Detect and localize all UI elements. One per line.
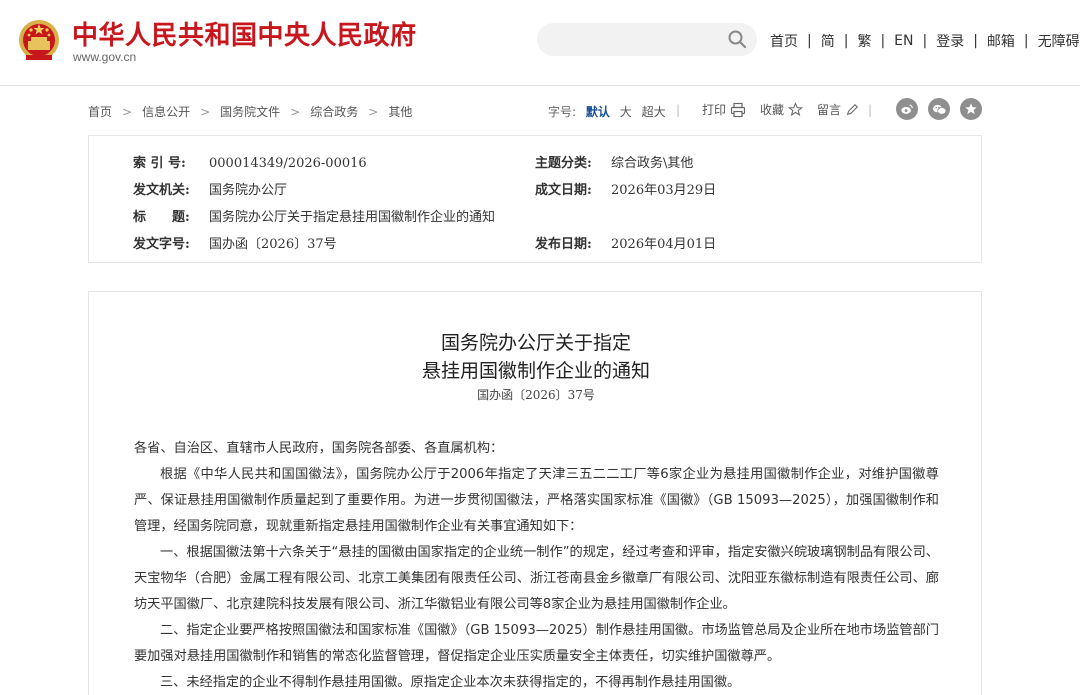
article-title-line2: 悬挂用国徽制作企业的通知: [421, 360, 650, 382]
info-date-label: 成文日期:: [535, 183, 592, 198]
info-issuer-value: 国务院办公厅: [209, 183, 288, 198]
info-docno-value: 国办函〔2026〕37号: [209, 237, 337, 252]
info-title: 标 题: 国务院办公厅关于指定悬挂用国徽制作企业的通知: [133, 206, 495, 225]
article-paragraph: 二、指定企业要严格按照国徽法和国家标准《国徽》（GB 15093—2025）制作…: [134, 623, 939, 664]
favorite-label: 收藏: [760, 103, 785, 117]
nav-separator: |: [843, 33, 849, 49]
breadcrumb-state-council-docs[interactable]: 国务院文件: [220, 103, 280, 120]
print-button[interactable]: 打印: [702, 101, 746, 118]
weibo-icon[interactable]: [896, 98, 918, 120]
document-info-panel: 索 引 号: 000014349/2026-00016 主题分类: 综合政务\其他 …: [88, 135, 982, 263]
breadcrumb-general-affairs[interactable]: 综合政务: [310, 103, 358, 120]
breadcrumb-other[interactable]: 其他: [388, 103, 412, 120]
toolbar-divider: |: [676, 103, 681, 117]
top-nav: 首页 | 简 | 繁 | EN | 登录 | 邮箱 | 无障碍: [770, 31, 1080, 51]
wechat-icon[interactable]: [928, 98, 950, 120]
breadcrumb-arrow: >: [290, 104, 301, 119]
font-size-large[interactable]: 大: [620, 105, 632, 119]
favorite-button[interactable]: 收藏: [760, 101, 804, 118]
info-category-label: 主题分类:: [535, 156, 592, 171]
article-salutation: 各省、自治区、直辖市人民政府，国务院各部委、各直属机构：: [134, 441, 504, 456]
breadcrumb: 首页 > 信息公开 > 国务院文件 > 综合政务 > 其他: [88, 103, 412, 120]
article-paragraph: 一、根据国徽法第十六条关于“悬挂的国徽由国家指定的企业统一制作”的规定，经过考查…: [134, 545, 939, 612]
star-icon: [788, 102, 804, 117]
font-size-xlarge[interactable]: 超大: [642, 105, 666, 119]
nav-home[interactable]: 首页: [770, 31, 798, 51]
article-doc-number: 国办函〔2026〕37号: [477, 388, 595, 402]
nav-login[interactable]: 登录: [936, 31, 964, 51]
article-toolbar: 首页 > 信息公开 > 国务院文件 > 综合政务 > 其他 字号: 默认 大 超…: [88, 98, 982, 124]
info-index-value: 000014349/2026-00016: [209, 156, 367, 171]
site-url[interactable]: www.gov.cn: [73, 50, 136, 64]
breadcrumb-arrow: >: [122, 104, 133, 119]
info-issuer: 发文机关: 国务院办公厅: [133, 179, 287, 198]
info-docno: 发文字号: 国办函〔2026〕37号: [133, 233, 337, 252]
nav-traditional[interactable]: 繁: [857, 31, 871, 51]
nav-separator: |: [1023, 33, 1029, 49]
breadcrumb-home[interactable]: 首页: [88, 103, 112, 120]
nav-mail[interactable]: 邮箱: [987, 31, 1015, 51]
info-publish-value: 2026年04月01日: [611, 237, 717, 252]
toolbar-divider: |: [868, 103, 873, 117]
favorite-circle-icon[interactable]: [960, 98, 982, 120]
nav-separator: |: [922, 33, 928, 49]
site-header: 中华人民共和国中央人民政府 www.gov.cn 首页 | 简 | 繁 | EN…: [0, 0, 1080, 86]
font-size-control: 字号: 默认 大 超大: [548, 103, 666, 120]
national-emblem-icon[interactable]: [16, 15, 62, 65]
info-date: 成文日期: 2026年03月29日: [535, 179, 716, 198]
nav-separator: |: [973, 33, 978, 49]
info-date-value: 2026年03月29日: [611, 183, 717, 198]
nav-separator: |: [807, 33, 812, 49]
breadcrumb-arrow: >: [200, 104, 211, 119]
nav-separator: |: [880, 33, 886, 49]
pencil-icon: [846, 103, 859, 115]
info-category-value: 综合政务\其他: [611, 156, 694, 171]
info-publish-label: 发布日期:: [535, 237, 592, 252]
nav-english[interactable]: EN: [894, 33, 913, 49]
article-content: 国务院办公厅关于指定 悬挂用国徽制作企业的通知 国办函〔2026〕37号 各省、…: [88, 291, 982, 695]
article-paragraph: 根据《中华人民共和国国徽法》，国务院办公厅于2006年指定了天津三五二二工厂等6…: [134, 467, 939, 534]
print-label: 打印: [702, 103, 727, 117]
info-title-value: 国务院办公厅关于指定悬挂用国徽制作企业的通知: [209, 210, 496, 225]
nav-accessibility[interactable]: 无障碍: [1038, 31, 1080, 51]
info-docno-label: 发文字号:: [133, 237, 190, 252]
search-input[interactable]: [537, 23, 757, 56]
info-publish: 发布日期: 2026年04月01日: [535, 233, 716, 252]
breadcrumb-info-public[interactable]: 信息公开: [142, 103, 190, 120]
comment-button[interactable]: 留言: [817, 101, 859, 118]
comment-label: 留言: [817, 103, 842, 117]
font-size-default[interactable]: 默认: [586, 105, 610, 119]
info-index-label: 索 引 号:: [133, 156, 186, 171]
article-tools: 打印 收藏 留言: [702, 101, 873, 118]
breadcrumb-arrow: >: [368, 104, 379, 119]
info-title-label: 标 题:: [133, 210, 190, 225]
nav-simplified[interactable]: 简: [821, 31, 835, 51]
site-title[interactable]: 中华人民共和国中央人民政府: [72, 15, 417, 52]
info-issuer-label: 发文机关:: [133, 183, 190, 198]
article-title-line1: 国务院办公厅关于指定: [440, 332, 631, 354]
font-size-label: 字号:: [548, 105, 577, 119]
info-category: 主题分类: 综合政务\其他: [535, 152, 693, 171]
search-icon[interactable]: [727, 29, 747, 49]
share-icons: [896, 98, 992, 120]
article-paragraph: 三、未经指定的企业不得制作悬挂用国徽。原指定企业本次未获得指定的，不得再制作悬挂…: [160, 675, 741, 690]
print-icon: [730, 102, 746, 117]
info-index: 索 引 号: 000014349/2026-00016: [133, 152, 367, 171]
